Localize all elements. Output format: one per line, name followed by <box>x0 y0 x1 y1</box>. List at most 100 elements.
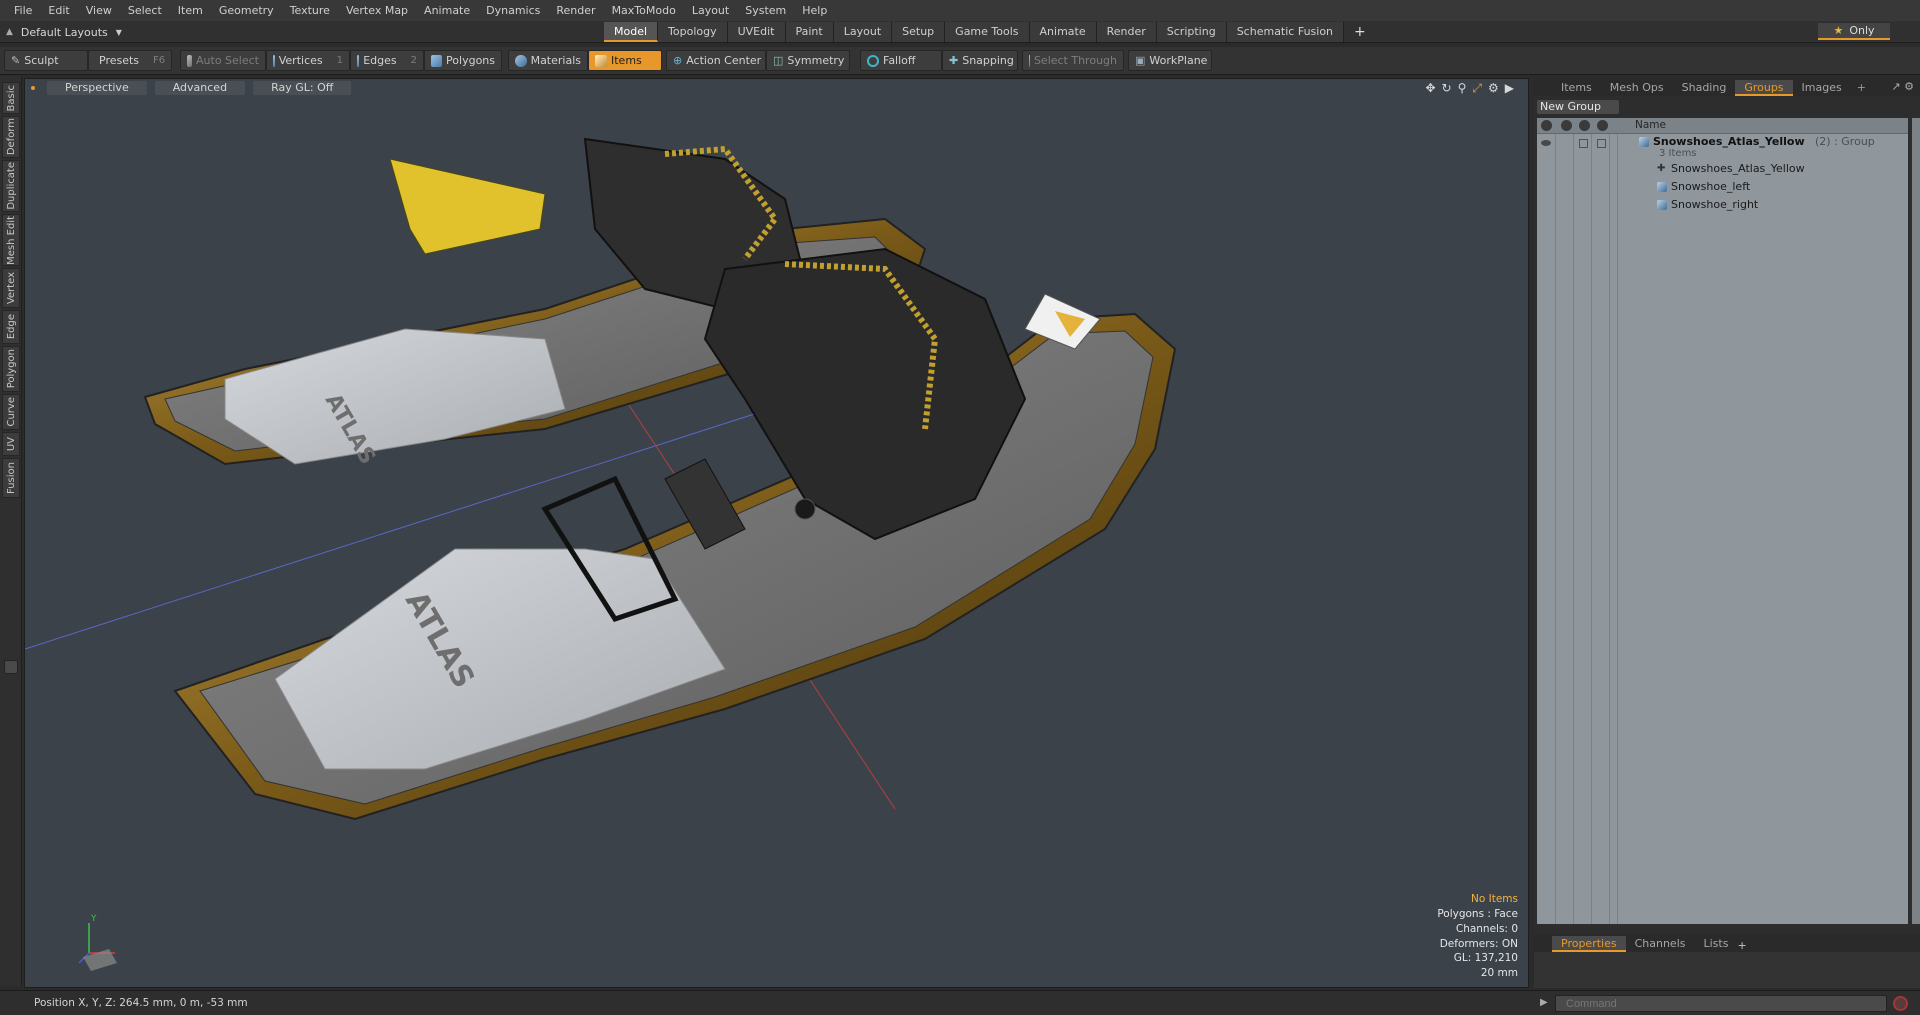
menu-item[interactable]: Item <box>170 0 211 21</box>
tab-groups[interactable]: Groups <box>1735 80 1793 96</box>
vtab-curve[interactable]: Curve <box>2 394 20 430</box>
items-button[interactable]: Items <box>588 50 662 71</box>
vtab-vertex[interactable]: Vertex <box>2 268 20 308</box>
name-column-header[interactable]: Name <box>1635 119 1666 131</box>
menu-select[interactable]: Select <box>120 0 170 21</box>
play-arrow-icon[interactable]: ▶ <box>1505 81 1514 96</box>
menu-maxtomodo[interactable]: MaxToModo <box>604 0 684 21</box>
vtab-fusion[interactable]: Fusion <box>2 458 20 498</box>
menu-layout[interactable]: Layout <box>684 0 737 21</box>
tab-model[interactable]: Model <box>604 22 659 42</box>
viewport-scene[interactable]: ATLAS ATLAS <box>25 79 1529 988</box>
menu-vertex-map[interactable]: Vertex Map <box>338 0 416 21</box>
symmetry-button[interactable]: ◫ Symmetry <box>766 50 850 71</box>
list-item[interactable]: Snowshoe_left <box>1537 179 1908 197</box>
sculpt-button[interactable]: ✎ Sculpt <box>4 50 88 71</box>
tab-shading[interactable]: Shading <box>1673 80 1736 96</box>
vtab-polygon[interactable]: Polygon <box>2 346 20 392</box>
tab-properties[interactable]: Properties <box>1552 936 1626 952</box>
tab-uvedit[interactable]: UVEdit <box>727 22 786 42</box>
workplane-button[interactable]: ▣ WorkPlane <box>1128 50 1212 71</box>
raygl-button[interactable]: Ray GL: Off <box>253 81 352 95</box>
add-tab-button[interactable]: + <box>1344 22 1366 42</box>
vtab-uv[interactable]: UV <box>2 432 20 456</box>
tab-render[interactable]: Render <box>1096 22 1157 42</box>
tab-images[interactable]: Images <box>1793 80 1851 96</box>
deformers-info: Deformers: ON <box>1439 937 1518 950</box>
stop-icon[interactable] <box>1893 996 1908 1011</box>
menu-geometry[interactable]: Geometry <box>211 0 282 21</box>
move-view-icon[interactable]: ✥ <box>1425 81 1435 96</box>
tab-mesh-ops[interactable]: Mesh Ops <box>1601 80 1673 96</box>
list-scrollbar[interactable] <box>1912 118 1920 924</box>
vtab-mesh-edit[interactable]: Mesh Edit <box>2 214 20 266</box>
menu-file[interactable]: File <box>6 0 40 21</box>
action-center-button[interactable]: ⊕ Action Center <box>666 50 766 71</box>
group-icon <box>1639 137 1649 147</box>
menu-texture[interactable]: Texture <box>282 0 338 21</box>
tab-topology[interactable]: Topology <box>658 22 728 42</box>
falloff-button[interactable]: Falloff <box>860 50 942 71</box>
only-toggle-button[interactable]: ★ Only <box>1818 23 1890 40</box>
group-count: (2) : Group <box>1815 135 1875 148</box>
command-arrow-icon[interactable]: ▶ <box>1540 997 1548 1008</box>
lock-column-icon[interactable] <box>1579 120 1590 131</box>
auto-select-button[interactable]: Auto Select <box>180 50 266 71</box>
menu-view[interactable]: View <box>78 0 120 21</box>
select-column-icon[interactable] <box>1597 120 1608 131</box>
tab-schematic-fusion[interactable]: Schematic Fusion <box>1226 22 1345 42</box>
menu-render[interactable]: Render <box>548 0 603 21</box>
gear-icon[interactable]: ⚙ <box>1488 81 1499 96</box>
vtab-basic[interactable]: Basic <box>2 82 20 114</box>
menu-dynamics[interactable]: Dynamics <box>478 0 548 21</box>
visibility-column-icon[interactable] <box>1541 120 1552 131</box>
snapping-button[interactable]: ✚ Snapping <box>942 50 1018 71</box>
new-group-button[interactable]: New Group <box>1537 100 1619 114</box>
rotate-view-icon[interactable]: ↻ <box>1442 81 1452 96</box>
3d-viewport[interactable]: ATLAS ATLAS Perspective Advanced Ray GL:… <box>24 78 1529 988</box>
menu-animate[interactable]: Animate <box>416 0 478 21</box>
materials-button[interactable]: Materials <box>508 50 588 71</box>
menu-help[interactable]: Help <box>794 0 835 21</box>
render-column-icon[interactable] <box>1561 120 1572 131</box>
add-properties-tab-button[interactable]: + <box>1737 939 1746 952</box>
polygons-label: Polygons <box>446 54 495 67</box>
menu-system[interactable]: System <box>737 0 794 21</box>
add-panel-tab-button[interactable]: + <box>1851 80 1872 96</box>
panel-options-icons[interactable]: ↗ ⚙ <box>1891 80 1914 93</box>
eye-icon[interactable] <box>1541 140 1551 146</box>
tab-scripting[interactable]: Scripting <box>1156 22 1227 42</box>
lock-checkbox[interactable] <box>1579 139 1588 148</box>
vtab-deform[interactable]: Deform <box>2 116 20 158</box>
command-input[interactable] <box>1555 995 1887 1012</box>
edges-button[interactable]: Edges 2 <box>350 50 424 71</box>
vertices-button[interactable]: Vertices 1 <box>266 50 350 71</box>
tab-items[interactable]: Items <box>1552 80 1601 96</box>
tab-setup[interactable]: Setup <box>892 22 946 42</box>
gl-info: GL: 137,210 <box>1453 952 1518 965</box>
presets-button[interactable]: Presets F6 <box>88 50 172 71</box>
tab-lists[interactable]: Lists <box>1695 936 1738 952</box>
tab-game-tools[interactable]: Game Tools <box>945 22 1030 42</box>
zoom-view-icon[interactable]: ⚲ <box>1458 81 1467 96</box>
vtab-duplicate[interactable]: Duplicate <box>2 160 20 212</box>
tab-paint[interactable]: Paint <box>785 22 834 42</box>
list-item[interactable]: ✚ Snowshoes_Atlas_Yellow <box>1537 161 1908 179</box>
view-mode-button[interactable]: Perspective <box>47 81 147 95</box>
list-item[interactable]: Snowshoe_right <box>1537 197 1908 215</box>
vtab-edge[interactable]: Edge <box>2 310 20 344</box>
vtab-basic-label: Basic <box>5 84 17 112</box>
shading-mode-button[interactable]: Advanced <box>154 81 246 95</box>
polygons-button[interactable]: Polygons <box>424 50 502 71</box>
fit-view-icon[interactable]: ⤢ <box>1472 81 1482 96</box>
viewport-menu-dot-icon[interactable] <box>31 86 35 90</box>
select-checkbox[interactable] <box>1597 139 1606 148</box>
tab-channels[interactable]: Channels <box>1626 936 1695 952</box>
menu-edit[interactable]: Edit <box>40 0 77 21</box>
tab-layout[interactable]: Layout <box>833 22 893 42</box>
layout-dropdown[interactable]: ▲ Default Layouts ▼ <box>6 24 122 40</box>
select-through-button[interactable]: Select Through <box>1022 50 1124 71</box>
left-panel-toggle-button[interactable] <box>4 660 18 674</box>
group-row[interactable]: Snowshoes_Atlas_Yellow (2) : Group 3 Ite… <box>1537 135 1908 161</box>
tab-animate[interactable]: Animate <box>1029 22 1097 42</box>
